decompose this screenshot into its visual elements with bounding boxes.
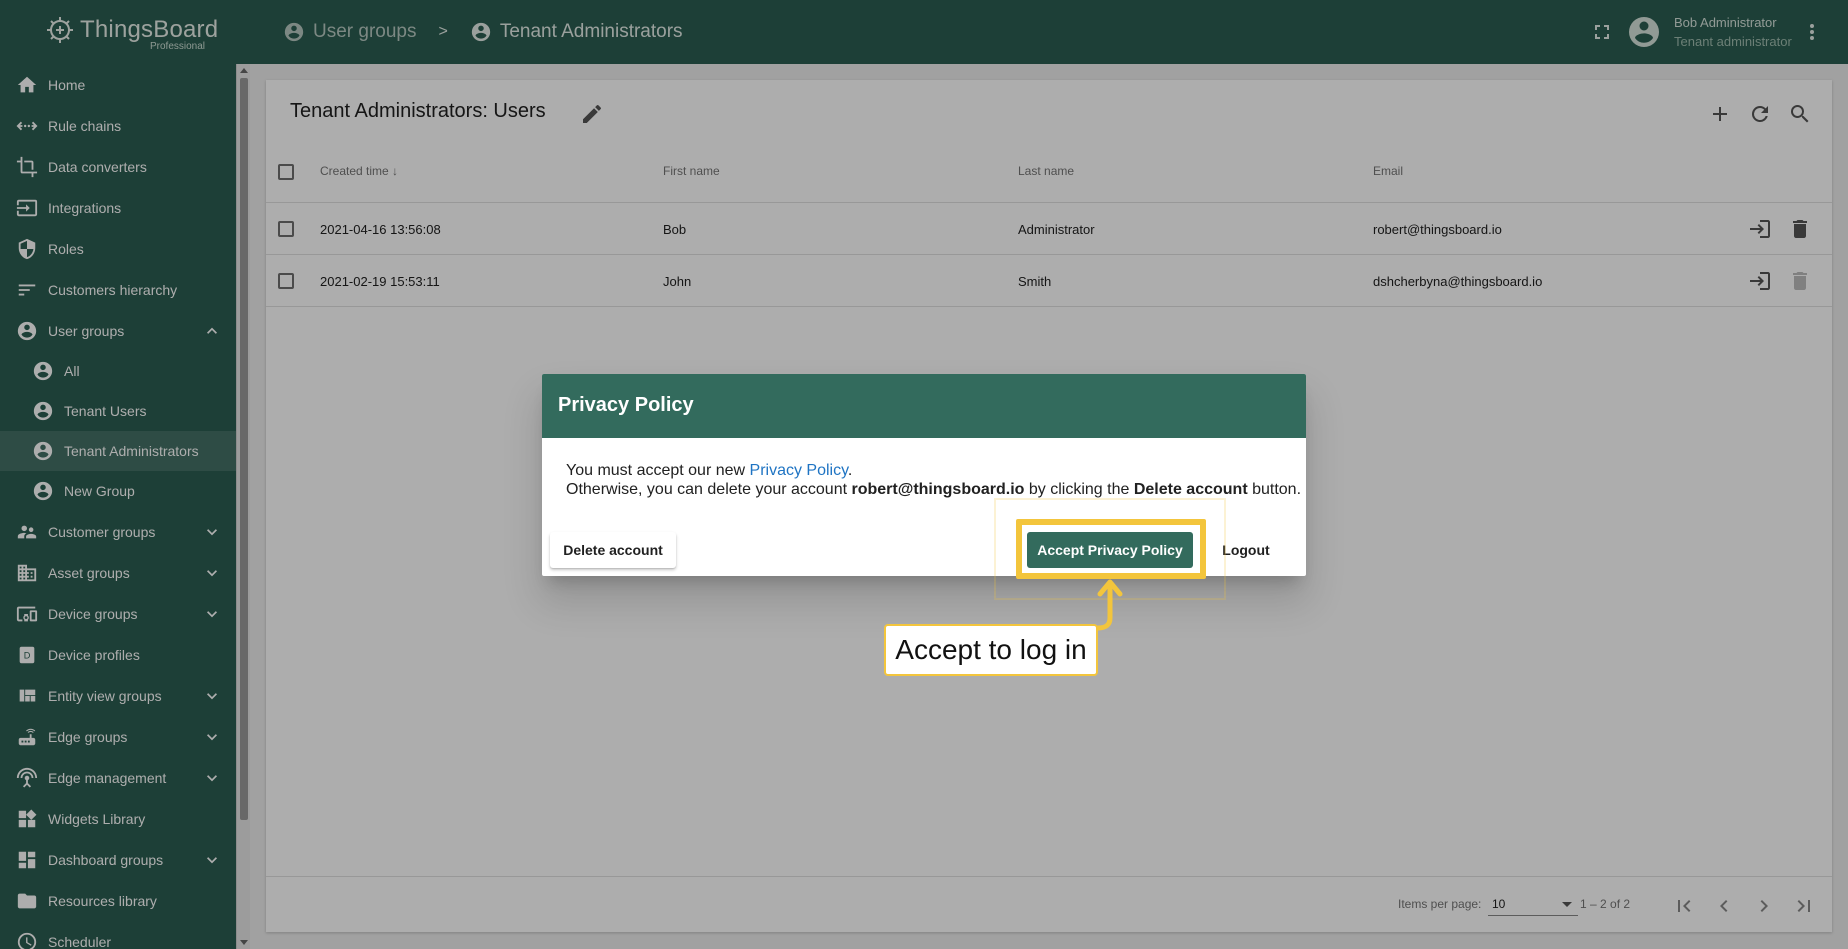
dialog-header: Privacy Policy — [542, 374, 1306, 438]
message-text: You must accept our new — [566, 462, 750, 479]
privacy-policy-link[interactable]: Privacy Policy — [750, 462, 848, 479]
dialog-message-line-1: You must accept our new Privacy Policy. — [566, 461, 1301, 480]
message-text: by clicking the — [1024, 481, 1134, 498]
account-email: robert@thingsboard.io — [851, 481, 1025, 498]
message-text: Otherwise, you can delete your account — [566, 481, 852, 498]
message-text: button. — [1247, 481, 1302, 498]
dialog-message: You must accept our new Privacy Policy. … — [566, 461, 1301, 499]
dialog-title: Privacy Policy — [558, 394, 694, 416]
delete-account-emphasis: Delete account — [1133, 481, 1248, 498]
annotation-callout: Accept to log in — [884, 624, 1098, 676]
message-text: . — [847, 462, 853, 479]
dialog-message-line-2: Otherwise, you can delete your account r… — [566, 480, 1301, 499]
delete-account-button[interactable]: Delete account — [550, 532, 676, 568]
highlight-box — [1016, 519, 1206, 579]
